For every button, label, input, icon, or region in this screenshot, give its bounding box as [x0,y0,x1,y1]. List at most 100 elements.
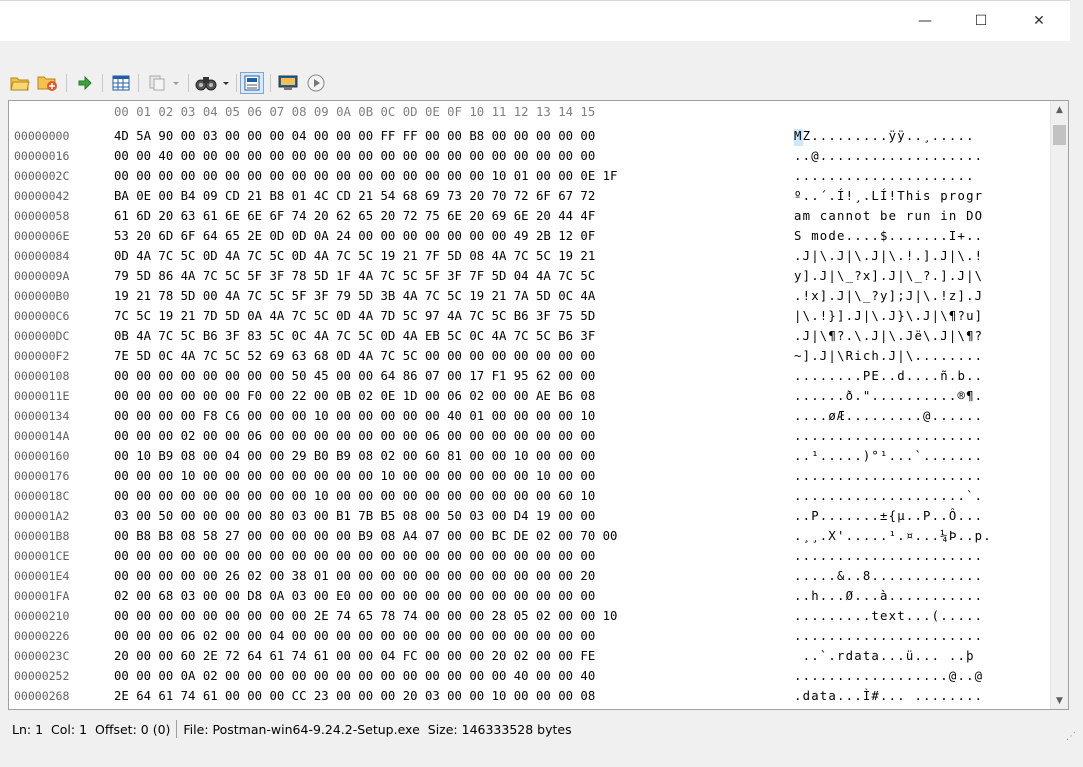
row-ascii[interactable]: ...................... [794,429,983,443]
scroll-thumb[interactable] [1053,125,1066,145]
display-icon [278,75,298,90]
scroll-up-button[interactable]: ▲ [1051,101,1068,118]
row-ascii[interactable]: ..`.rdata...ü... ..þ [794,649,975,663]
row-ascii[interactable]: ...................... [794,629,983,643]
row-offset: 000001B8 [14,529,70,543]
row-hex-bytes[interactable]: 00 00 00 10 00 00 00 00 00 00 00 00 10 0… [114,469,595,483]
maximize-button[interactable]: ☐ [958,1,1004,41]
row-offset: 0000014A [14,429,70,443]
vertical-scrollbar[interactable]: ▲ ▼ [1050,101,1068,709]
display-button[interactable] [276,72,300,94]
row-ascii[interactable]: ..¹.....)°¹...`....... [794,449,983,463]
row-hex-bytes[interactable]: 19 21 78 5D 00 4A 7C 5C 5F 3F 79 5D 3B 4… [114,289,595,303]
row-hex-bytes[interactable]: 61 6D 20 63 61 6E 6E 6F 74 20 62 65 20 7… [114,209,595,223]
status-file: File: Postman-win64-9.24.2-Setup.exe [183,721,420,737]
row-ascii[interactable]: .J|\.J|\.J|\.!.].J|\.! [794,249,983,263]
row-offset: 00000252 [14,669,70,683]
row-offset: 000001E4 [14,569,70,583]
row-hex-bytes[interactable]: 00 00 00 00 00 26 02 00 38 01 00 00 00 0… [114,569,595,583]
row-hex-bytes[interactable]: 53 20 6D 6F 64 65 2E 0D 0D 0A 24 00 00 0… [114,229,595,243]
row-offset: 000001A2 [14,509,70,523]
row-hex-bytes[interactable]: 20 00 00 60 2E 72 64 61 74 61 00 00 04 F… [114,649,595,663]
row-ascii[interactable]: am cannot be run in DO [794,209,983,223]
row-ascii[interactable]: .!x].J|\_?y];J|\.!z].J [794,289,983,303]
row-ascii[interactable]: ........PE..d....ñ.b.. [794,369,983,383]
close-button[interactable]: ✕ [1016,1,1062,41]
status-separator [176,720,178,738]
scroll-down-button[interactable]: ▼ [1051,692,1068,709]
row-ascii[interactable]: ...................... [794,549,983,563]
row-hex-bytes[interactable]: 00 00 00 00 00 00 00 00 00 00 00 00 00 0… [114,549,595,563]
row-ascii[interactable]: .J|\¶?.\.J|\.Jë\.J|\¶? [794,329,983,343]
row-hex-bytes[interactable]: 00 00 00 02 00 00 06 00 00 00 00 00 00 0… [114,429,595,443]
row-ascii[interactable]: ..@................... [794,149,983,163]
row-offset: 000001FA [14,589,70,603]
row-hex-bytes[interactable]: 00 00 00 00 00 00 F0 00 22 00 0B 02 0E 1… [114,389,595,403]
chevron-down-icon: ▼ [1056,695,1063,706]
find-dropdown-button[interactable] [194,72,232,94]
minimize-button[interactable]: — [902,1,948,41]
text-mode-button[interactable] [240,72,264,94]
row-hex-bytes[interactable]: 7E 5D 0C 4A 7C 5C 52 69 63 68 0D 4A 7C 5… [114,349,595,363]
go-to-button[interactable] [74,72,96,94]
row-offset: 00000176 [14,469,70,483]
column-header: 00 01 02 03 04 05 06 07 08 09 0A 0B 0C 0… [114,105,596,119]
row-offset: 0000009A [14,269,70,283]
row-hex-bytes[interactable]: 4D 5A 90 00 03 00 00 00 04 00 00 00 FF F… [114,129,595,143]
row-ascii[interactable]: |\.!}].J|\.J}\.J|\¶?u] [794,309,983,323]
row-offset: 00000160 [14,449,70,463]
copy-dropdown-button[interactable] [144,72,184,94]
table-icon [112,75,130,91]
row-ascii[interactable]: .data...Ì#... ........ [794,689,983,703]
text-mode-icon [244,75,260,91]
row-ascii[interactable]: ...................... [794,469,983,483]
row-hex-bytes[interactable]: 00 00 00 00 00 00 00 00 00 2E 74 65 78 7… [114,609,617,623]
row-ascii[interactable]: ..P.......±{µ..P..Ô... [794,509,983,523]
row-ascii[interactable]: ~].J|\Rich.J|\........ [794,349,983,363]
row-hex-bytes[interactable]: 02 00 68 03 00 00 D8 0A 03 00 E0 00 00 0… [114,589,595,603]
row-hex-bytes[interactable]: 7C 5C 19 21 7D 5D 0A 4A 7C 5C 0D 4A 7D 5… [114,309,595,323]
row-hex-bytes[interactable]: 00 00 40 00 00 00 00 00 00 00 00 00 00 0… [114,149,595,163]
status-bar: Ln: 1 Col: 1 Offset: 0 (0) File: Postman… [0,712,1083,746]
row-ascii[interactable]: º..´.Í!¸.LÍ!This progr [794,189,983,203]
row-ascii[interactable]: ....øÆ.........@...... [794,409,983,423]
row-offset: 0000023C [14,649,70,663]
row-hex-bytes[interactable]: 2E 64 61 74 61 00 00 00 CC 23 00 00 00 2… [114,689,595,703]
row-offset: 000000B0 [14,289,70,303]
table-view-button[interactable] [110,72,132,94]
open-folder-button[interactable] [10,72,30,94]
row-hex-bytes[interactable]: 00 00 00 00 F8 C6 00 00 00 10 00 00 00 0… [114,409,595,423]
play-button[interactable] [304,72,328,94]
row-hex-bytes[interactable]: 00 00 00 00 00 00 00 00 50 45 00 00 64 8… [114,369,595,383]
row-hex-bytes[interactable]: 0D 4A 7C 5C 0D 4A 7C 5C 0D 4A 7C 5C 19 2… [114,249,595,263]
title-bar: — ☐ ✕ [0,0,1070,41]
row-hex-bytes[interactable]: 00 10 B9 08 00 04 00 00 29 B0 B9 08 02 0… [114,449,595,463]
resize-grip-icon[interactable]: ⋰ [1066,731,1077,742]
row-ascii[interactable]: y].J|\_?x].J|\_?.].J|\ [794,269,983,283]
toolbar [0,66,1070,100]
row-ascii[interactable]: ..................@..@ [794,669,983,683]
row-hex-bytes[interactable]: 00 00 00 00 00 00 00 00 00 10 00 00 00 0… [114,489,595,503]
row-hex-bytes[interactable]: 03 00 50 00 00 00 00 80 03 00 B1 7B B5 0… [114,509,595,523]
row-ascii[interactable]: ..h...Ø...à........... [794,589,983,603]
row-hex-bytes[interactable]: 0B 4A 7C 5C B6 3F 83 5C 0C 4A 7C 5C 0D 4… [114,329,595,343]
row-hex-bytes[interactable]: BA 0E 00 B4 09 CD 21 B8 01 4C CD 21 54 6… [114,189,595,203]
row-ascii[interactable]: ..................... [794,169,975,183]
row-hex-bytes[interactable]: 00 00 00 06 02 00 00 04 00 00 00 00 00 0… [114,629,595,643]
status-col: Col: 1 [51,721,88,737]
row-offset: 000001CE [14,549,70,563]
row-hex-bytes[interactable]: 00 00 00 0A 02 00 00 00 00 00 00 00 00 0… [114,669,595,683]
open-file-button[interactable] [37,72,59,94]
row-hex-bytes[interactable]: 79 5D 86 4A 7C 5C 5F 3F 78 5D 1F 4A 7C 5… [114,269,595,283]
row-ascii[interactable]: .....&..8............. [794,569,983,583]
hex-editor[interactable]: 00 01 02 03 04 05 06 07 08 09 0A 0B 0C 0… [8,100,1069,710]
row-hex-bytes[interactable]: 00 00 00 00 00 00 00 00 00 00 00 00 00 0… [114,169,617,183]
row-ascii[interactable]: ....................`. [794,489,983,503]
row-ascii[interactable]: ......ð."..........®¶. [794,389,983,403]
row-ascii[interactable]: S mode....$.......I+.. [794,229,983,243]
row-ascii[interactable]: MZ.........ÿÿ..¸..... [794,129,975,143]
row-hex-bytes[interactable]: 00 B8 B8 08 58 27 00 00 00 00 00 B9 08 A… [114,529,617,543]
row-ascii[interactable]: .¸¸.X'.....¹.¤...¼Þ..p. [794,529,992,543]
row-offset: 0000002C [14,169,70,183]
row-ascii[interactable]: .........text...(..... [794,609,983,623]
